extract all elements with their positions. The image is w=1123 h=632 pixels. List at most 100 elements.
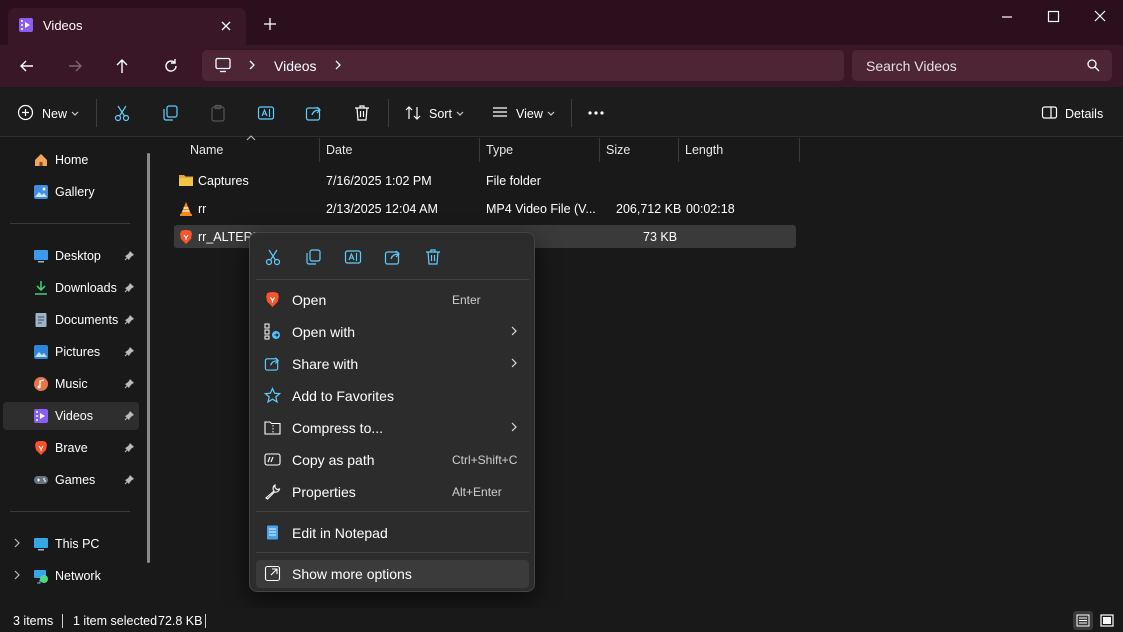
tab-title: Videos <box>43 18 83 33</box>
rename-icon[interactable] <box>344 248 364 268</box>
wrench-icon <box>264 483 281 500</box>
pin-icon[interactable] <box>124 378 135 389</box>
status-divider <box>62 614 63 628</box>
menu-item-share-with[interactable]: Share with <box>256 350 529 378</box>
gallery-icon <box>33 184 49 200</box>
sidebar-item-this-pc[interactable]: This PC <box>3 530 139 558</box>
sidebar-item-videos[interactable]: Videos <box>3 402 139 430</box>
paste-icon[interactable] <box>209 104 227 122</box>
up-arrow-icon[interactable] <box>112 56 132 76</box>
status-bar: 3 items 1 item selected 72.8 KB <box>0 608 1123 632</box>
chevron-right-icon[interactable] <box>246 59 258 71</box>
navigation-pane: Home Gallery Desktop Downloads Documents… <box>0 138 158 608</box>
column-header-date[interactable]: Date <box>326 143 352 157</box>
copy-icon[interactable] <box>304 248 324 268</box>
status-divider <box>205 614 206 628</box>
file-size: 73 KB <box>643 230 678 244</box>
delete-icon[interactable] <box>353 104 371 122</box>
file-row-rr[interactable]: rr 2/13/2025 12:04 AM MP4 Video File (V.… <box>174 197 796 220</box>
menu-item-add-to-favorites[interactable]: Add to Favorites <box>256 382 529 410</box>
sort-ascending-icon <box>246 135 256 141</box>
forward-arrow-icon[interactable] <box>65 56 85 76</box>
sort-label: Sort <box>429 107 452 121</box>
close-window-icon[interactable] <box>1090 8 1110 26</box>
menu-item-open-with[interactable]: Open with <box>256 318 529 346</box>
back-arrow-icon[interactable] <box>17 56 37 76</box>
sidebar-item-home[interactable]: Home <box>3 146 139 174</box>
sidebar-item-label: Desktop <box>55 249 101 263</box>
menu-item-open[interactable]: Open Enter <box>256 286 529 314</box>
tab-videos[interactable]: Videos <box>8 8 246 45</box>
sidebar-item-gallery[interactable]: Gallery <box>3 178 139 206</box>
breadcrumb-videos[interactable]: Videos <box>274 58 317 74</box>
column-label: Name <box>190 143 224 157</box>
chevron-right-icon[interactable] <box>12 538 22 548</box>
column-header-type[interactable]: Type <box>486 143 513 157</box>
more-options-ellipsis-icon[interactable] <box>587 106 605 120</box>
tiles-view-icon[interactable] <box>1097 611 1117 630</box>
menu-item-label: Show more options <box>292 566 412 582</box>
chevron-right-icon[interactable] <box>12 570 22 580</box>
sidebar-item-label: Videos <box>55 409 93 423</box>
share-icon[interactable] <box>384 248 404 268</box>
file-row-captures[interactable]: Captures 7/16/2025 1:02 PM File folder <box>174 169 796 192</box>
column-header-length[interactable]: Length <box>685 143 723 157</box>
column-divider[interactable] <box>799 138 800 162</box>
documents-icon <box>33 312 49 328</box>
copy-icon[interactable] <box>161 104 179 122</box>
details-view-icon[interactable] <box>1073 611 1093 630</box>
sidebar-item-music[interactable]: Music <box>3 370 139 398</box>
share-icon[interactable] <box>305 104 323 122</box>
close-tab-icon[interactable] <box>218 18 234 34</box>
sidebar-item-pictures[interactable]: Pictures <box>3 338 139 366</box>
toolbar-divider <box>96 99 97 127</box>
maximize-icon[interactable] <box>1043 8 1063 26</box>
column-divider[interactable] <box>319 138 320 162</box>
column-divider[interactable] <box>678 138 679 162</box>
menu-item-show-more-options[interactable]: Show more options <box>256 560 529 588</box>
sidebar-item-label: This PC <box>55 537 100 551</box>
chevron-right-icon[interactable] <box>332 59 344 71</box>
rename-icon[interactable] <box>257 104 275 122</box>
menu-item-shortcut: Enter <box>452 293 481 307</box>
cut-icon[interactable] <box>113 104 131 122</box>
music-icon <box>33 376 49 392</box>
search-icon[interactable] <box>1086 58 1100 72</box>
search-input[interactable]: Search Videos <box>852 50 1112 81</box>
pin-icon[interactable] <box>124 282 135 293</box>
pin-icon[interactable] <box>124 250 135 261</box>
sidebar-item-network[interactable]: Network <box>3 562 139 590</box>
column-divider[interactable] <box>479 138 480 162</box>
file-date: 7/16/2025 1:02 PM <box>326 174 432 188</box>
pin-icon[interactable] <box>124 410 135 421</box>
column-header-size[interactable]: Size <box>606 143 630 157</box>
menu-item-copy-as-path[interactable]: Copy as path Ctrl+Shift+C <box>256 446 529 474</box>
refresh-icon[interactable] <box>161 56 181 76</box>
menu-item-label: Properties <box>292 484 356 500</box>
sidebar-item-desktop[interactable]: Desktop <box>3 242 139 270</box>
new-tab-icon[interactable] <box>262 16 278 32</box>
computer-icon[interactable] <box>214 57 232 73</box>
menu-item-properties[interactable]: Properties Alt+Enter <box>256 478 529 506</box>
sidebar-item-downloads[interactable]: Downloads <box>3 274 139 302</box>
vlc-icon <box>178 201 194 217</box>
pin-icon[interactable] <box>124 314 135 325</box>
sidebar-scrollbar[interactable] <box>147 153 150 563</box>
chevron-down-icon <box>547 111 555 117</box>
delete-icon[interactable] <box>424 248 444 268</box>
address-bar[interactable]: Videos <box>202 50 844 81</box>
pin-icon[interactable] <box>124 442 135 453</box>
sidebar-item-games[interactable]: Games <box>3 466 139 494</box>
compress-icon <box>264 419 281 436</box>
cut-icon[interactable] <box>264 248 284 268</box>
chevron-right-icon <box>509 325 519 337</box>
sidebar-item-brave[interactable]: Brave <box>3 434 139 462</box>
sidebar-item-documents[interactable]: Documents <box>3 306 139 334</box>
details-label: Details <box>1065 107 1104 121</box>
minimize-icon[interactable] <box>997 8 1017 26</box>
menu-item-compress-to[interactable]: Compress to... <box>256 414 529 442</box>
pin-icon[interactable] <box>124 346 135 357</box>
menu-item-edit-in-notepad[interactable]: Edit in Notepad <box>256 519 529 547</box>
pin-icon[interactable] <box>124 474 135 485</box>
column-divider[interactable] <box>599 138 600 162</box>
